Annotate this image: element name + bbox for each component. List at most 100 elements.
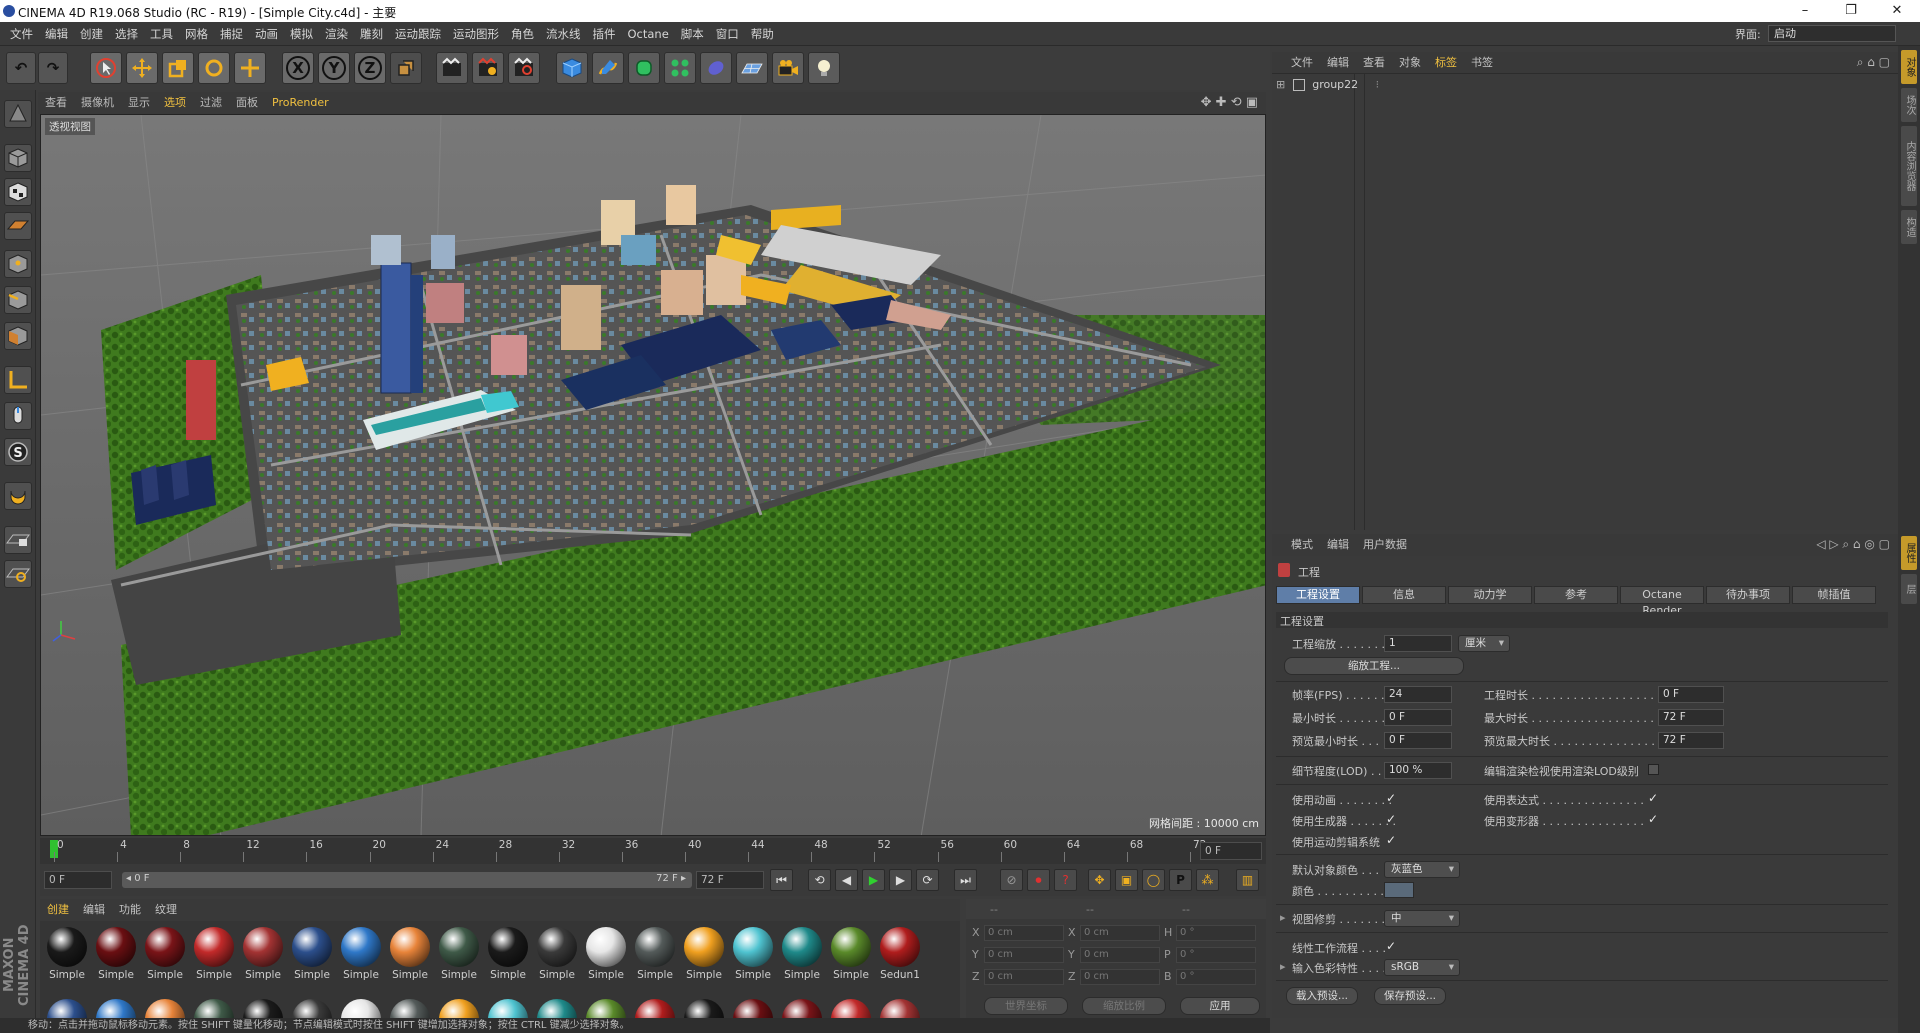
object-row-group22[interactable]: ⊞ group22 ⁝ <box>1276 78 1379 94</box>
tab-octane-render[interactable]: Octane Render <box>1620 586 1704 617</box>
material-swatch[interactable]: Simple <box>93 925 139 985</box>
axis-mode-icon[interactable] <box>4 366 32 394</box>
material-swatch[interactable]: Simple <box>142 925 188 985</box>
menu-animate[interactable]: 动画 <box>249 22 284 46</box>
tab-project-settings[interactable]: 工程设置 <box>1276 586 1360 604</box>
default-object-color-dropdown[interactable]: 灰蓝色 <box>1384 861 1460 878</box>
viewport-menu-display[interactable]: 显示 <box>121 92 157 114</box>
menu-help[interactable]: 帮助 <box>745 22 780 46</box>
object-menu-file[interactable]: 文件 <box>1284 52 1320 74</box>
start-frame-field[interactable]: 0 F <box>44 871 112 889</box>
side-tab-content-browser[interactable]: 内容浏览器 <box>1901 126 1917 206</box>
menu-render[interactable]: 渲染 <box>319 22 354 46</box>
go-to-start-icon[interactable]: ⏮ <box>770 869 793 891</box>
menu-motion-tracking[interactable]: 运动跟踪 <box>389 22 447 46</box>
previous-frame-icon[interactable]: ◀ <box>835 869 858 891</box>
layout-select[interactable]: 启动 <box>1768 25 1896 42</box>
material-menu-texture[interactable]: 纹理 <box>148 899 184 921</box>
menu-select[interactable]: 选择 <box>109 22 144 46</box>
menu-script[interactable]: 脚本 <box>675 22 710 46</box>
pen-spline-icon[interactable] <box>592 52 624 84</box>
input-color-expand-icon[interactable]: ▸ <box>1280 960 1286 973</box>
attr-manager-nav-icons[interactable]: ◁ ▷ ⌕ ⌂ ◎ ▢ <box>1816 537 1890 552</box>
material-swatch[interactable]: Simple <box>44 925 90 985</box>
side-tab-objects[interactable]: 对象 <box>1901 50 1917 84</box>
key-point-level-icon[interactable]: ⁂ <box>1196 869 1219 891</box>
material-menu-create[interactable]: 创建 <box>40 899 76 921</box>
viewport-nav-icons[interactable]: ✥ ✚ ⟲ ▣ <box>1201 95 1258 110</box>
scale-ratio-dropdown[interactable]: 缩放比例 <box>1082 997 1166 1015</box>
viewport-menu-panel[interactable]: 面板 <box>229 92 265 114</box>
material-swatch[interactable]: Simple <box>485 925 531 985</box>
side-tab-attributes[interactable]: 属性 <box>1901 536 1917 570</box>
object-menu-objects[interactable]: 对象 <box>1392 52 1428 74</box>
recent-tools-icon[interactable] <box>234 52 266 84</box>
redo-icon[interactable]: ↷ <box>38 52 68 84</box>
object-menu-tags[interactable]: 标签 <box>1428 52 1464 74</box>
view-clip-expand-icon[interactable]: ▸ <box>1280 911 1286 924</box>
snap-icon[interactable]: S <box>4 438 32 466</box>
menu-octane[interactable]: Octane <box>622 22 675 46</box>
current-frame-field[interactable]: 0 F <box>1200 842 1262 860</box>
y-axis-lock-button[interactable]: Y <box>318 52 350 84</box>
side-tab-layers[interactable]: 层 <box>1901 574 1917 604</box>
autokey-icon[interactable]: ⏺ <box>1027 869 1050 891</box>
menu-mograph[interactable]: 运动图形 <box>447 22 505 46</box>
coords-value-field[interactable]: 0 ° <box>1176 969 1256 985</box>
light-icon[interactable] <box>808 52 840 84</box>
material-swatch[interactable]: Simple <box>191 925 237 985</box>
material-swatch[interactable]: Simple <box>681 925 727 985</box>
deformer-icon[interactable] <box>700 52 732 84</box>
material-swatch[interactable]: Simple <box>730 925 776 985</box>
menu-window[interactable]: 窗口 <box>710 22 745 46</box>
cube-primitive-icon[interactable] <box>556 52 588 84</box>
material-swatch[interactable]: Simple <box>828 925 874 985</box>
minimize-button[interactable]: – <box>1782 0 1828 22</box>
menu-edit[interactable]: 编辑 <box>39 22 74 46</box>
scale-icon[interactable] <box>162 52 194 84</box>
tab-dynamics[interactable]: 动力学 <box>1448 586 1532 604</box>
menu-sculpt[interactable]: 雕刻 <box>354 22 389 46</box>
undo-icon[interactable]: ↶ <box>6 52 36 84</box>
menu-pipeline[interactable]: 流水线 <box>540 22 587 46</box>
timeline-window-icon[interactable]: ▥ <box>1236 869 1259 891</box>
z-axis-lock-button[interactable]: Z <box>354 52 386 84</box>
polygons-mode-icon[interactable] <box>4 322 32 350</box>
preview-min-field[interactable]: 0 F <box>1384 732 1452 749</box>
visibility-dots-icon[interactable]: ⁝ <box>1376 78 1380 91</box>
scale-project-button[interactable]: 缩放工程... <box>1284 657 1464 675</box>
tab-info[interactable]: 信息 <box>1362 586 1446 604</box>
tweak-mode-icon[interactable] <box>4 402 32 430</box>
viewport-menu-prorender[interactable]: ProRender <box>265 92 336 114</box>
workplane-icon[interactable] <box>4 212 32 240</box>
material-swatch[interactable]: Sedun1 <box>877 925 923 985</box>
preview-range-slider[interactable]: ◂ 0 F 72 F ▸ <box>122 872 692 888</box>
use-deformer-checkbox[interactable]: ✓ <box>1648 813 1660 825</box>
material-swatch[interactable]: Simple <box>632 925 678 985</box>
menu-file[interactable]: 文件 <box>4 22 39 46</box>
load-preset-button[interactable]: 载入预设... <box>1286 987 1358 1005</box>
points-mode-icon[interactable] <box>4 250 32 278</box>
coords-value-field[interactable]: 0 cm <box>1080 969 1160 985</box>
menu-create[interactable]: 创建 <box>74 22 109 46</box>
key-scale-icon[interactable]: ▣ <box>1115 869 1138 891</box>
color-swatch[interactable] <box>1384 882 1414 898</box>
texture-mode-icon[interactable] <box>4 178 32 206</box>
x-axis-lock-button[interactable]: X <box>282 52 314 84</box>
use-motion-clip-checkbox[interactable]: ✓ <box>1386 834 1398 846</box>
material-menu-edit[interactable]: 编辑 <box>76 899 112 921</box>
planar-workplane-icon[interactable] <box>4 560 32 588</box>
magnet-icon[interactable] <box>4 482 32 510</box>
expand-icon[interactable]: ⊞ <box>1276 78 1285 91</box>
coordinate-system-icon[interactable] <box>390 52 422 84</box>
subdivision-surface-icon[interactable] <box>628 52 660 84</box>
coords-value-field[interactable]: 0 cm <box>984 969 1064 985</box>
render-to-picture-viewer-icon[interactable] <box>472 52 504 84</box>
project-scale-field[interactable]: 1 <box>1384 635 1452 652</box>
object-menu-bookmarks[interactable]: 书签 <box>1464 52 1500 74</box>
timeline-ruler[interactable]: 04812162024283236404448525660646872 0 F <box>40 838 1266 864</box>
maximize-button[interactable]: ❐ <box>1828 0 1874 22</box>
menu-snap[interactable]: 捕捉 <box>214 22 249 46</box>
view-clip-dropdown[interactable]: 中 <box>1384 910 1460 927</box>
linear-workflow-checkbox[interactable]: ✓ <box>1386 940 1398 952</box>
